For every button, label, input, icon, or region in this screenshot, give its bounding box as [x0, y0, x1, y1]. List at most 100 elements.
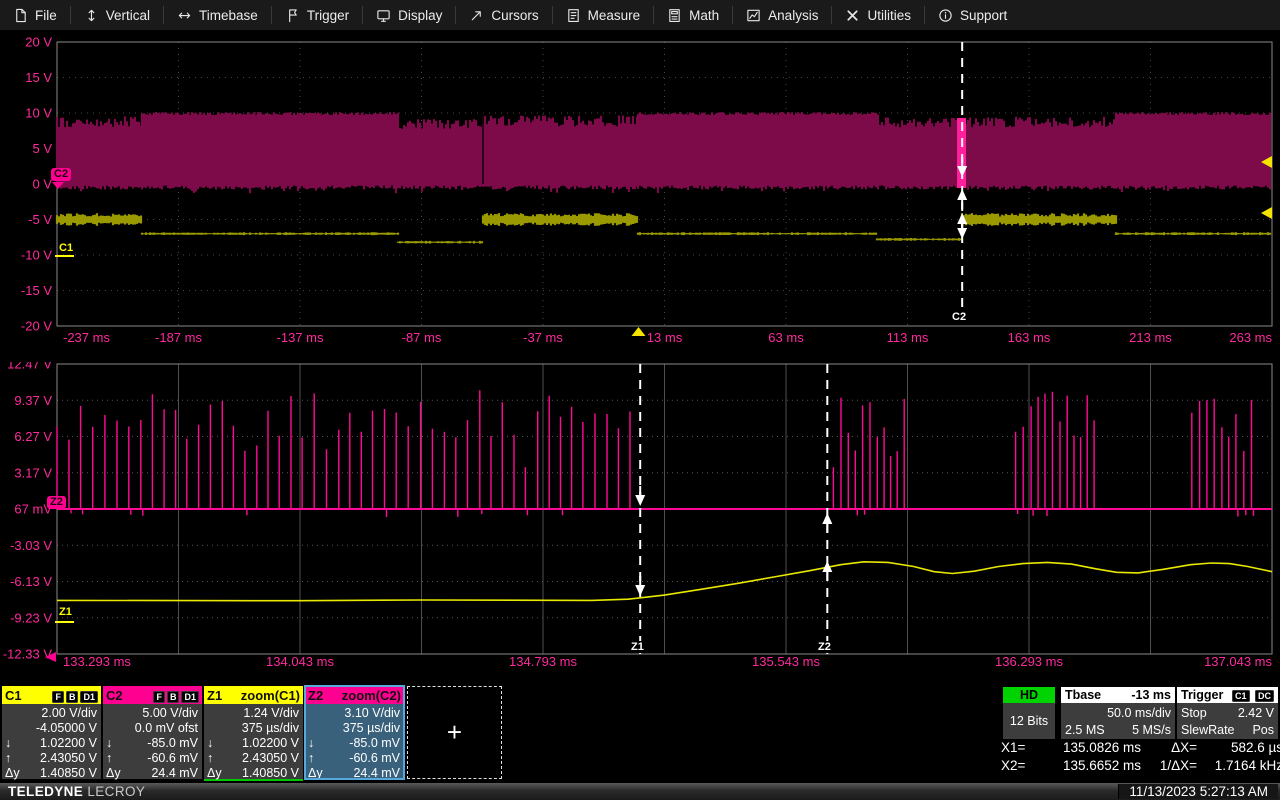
trigger-slope: Pos [1252, 723, 1274, 737]
menu-support[interactable]: Support [925, 0, 1020, 30]
badge-b: B [66, 691, 79, 703]
top-y-axis-label: 20 V [25, 36, 52, 50]
file-icon [13, 8, 28, 23]
main-waveform-grid[interactable]: 20 V15 V10 V5 V0 V-5 V-10 V-15 V-20 V-23… [0, 36, 1280, 348]
trace-descriptor-z1[interactable]: Z1zoom(C1)1.24 V/div375 µs/div↓1.02200 V… [204, 686, 303, 779]
menu-label: Timebase [199, 8, 258, 23]
bottom-y-axis-label: -6.13 V [10, 574, 52, 589]
menu-bar: File Vertical Timebase Trigger Display Cursor… [0, 0, 1280, 31]
hd-title: HD [1003, 687, 1055, 703]
trigger-type: SlewRate [1181, 723, 1235, 737]
c2-trace [57, 112, 1270, 193]
trace-badges: FBD1 [50, 688, 98, 703]
bottom-x-axis-label: 136.293 ms [995, 654, 1063, 669]
trace-param-row: Δy24.4 mV [308, 765, 400, 780]
c1-zero-chip[interactable]: C1 [56, 242, 76, 255]
top-x-axis-label: -87 ms [402, 330, 442, 345]
top-y-axis-label: 15 V [25, 70, 52, 85]
menu-label: Display [398, 8, 442, 23]
trace-param-row: 2.00 V/div [5, 705, 97, 720]
menu-cursors[interactable]: Cursors [456, 0, 551, 30]
cursor-arrow [957, 189, 967, 200]
top-x-axis-label: 63 ms [768, 330, 804, 345]
top-y-axis-label: -20 V [21, 319, 52, 334]
badge-d1: D1 [181, 691, 199, 703]
badge-trigger-coupling: DC [1255, 690, 1274, 702]
bottom-x-axis-label: 135.543 ms [752, 654, 820, 669]
tbase-samplerate: 5 MS/s [1132, 723, 1171, 737]
top-x-axis-label: 13 ms [647, 330, 683, 345]
zoom-waveform-grid[interactable]: 12.47 V9.37 V6.27 V3.17 V67 mV-3.03 V-6.… [0, 362, 1280, 674]
tbase-samples: 2.5 MS [1065, 723, 1105, 737]
trigger-time-marker[interactable] [631, 327, 645, 336]
trace-param-row: 375 µs/div [308, 720, 400, 735]
z2-trace [57, 390, 1254, 517]
cursor-arrow [822, 513, 832, 524]
tbase-label: Tbase [1065, 688, 1101, 702]
timebase-box[interactable]: Tbase -13 ms 50.0 ms/div 2.5 MS 5 MS/s [1061, 687, 1175, 739]
vertical-icon [84, 8, 99, 23]
bottom-x-axis-label: 134.793 ms [509, 654, 577, 669]
menu-analysis[interactable]: Analysis [733, 0, 831, 30]
trace-badges: FBD1 [151, 688, 199, 703]
trace-param-row: ↑2.43050 V [5, 750, 97, 765]
trace-name: C2 [106, 688, 123, 703]
menu-utilities[interactable]: Utilities [832, 0, 924, 30]
bottom-y-axis-label: 9.37 V [14, 393, 52, 408]
cursors-icon [469, 8, 484, 23]
menu-label: File [35, 8, 57, 23]
trace-param-row: 5.00 V/div [106, 705, 198, 720]
trigger-box[interactable]: Trigger C1 DC Stop 2.42 V SlewRate Pos [1177, 687, 1278, 739]
badge-d1: D1 [80, 691, 98, 703]
analysis-icon [746, 8, 761, 23]
c2-zero-chip[interactable]: C2 [51, 168, 71, 181]
trigger-level-marker[interactable] [1261, 207, 1272, 219]
menu-label: Measure [588, 8, 641, 23]
x1-cursor-tag: Z1 [629, 641, 646, 653]
support-icon [938, 8, 953, 23]
z1-zero-chip[interactable]: Z1 [56, 606, 75, 619]
add-trace-button[interactable]: + [407, 686, 502, 779]
top-x-axis-label: 163 ms [1008, 330, 1051, 345]
menu-display[interactable]: Display [363, 0, 455, 30]
top-x-axis-label: 263 ms [1229, 330, 1272, 345]
invdx-value: 1.7164 kHz [1197, 758, 1280, 773]
top-x-axis-label: -187 ms [155, 330, 202, 345]
menu-label: Math [689, 8, 719, 23]
badge-trigger-source: C1 [1232, 690, 1250, 702]
trace-descriptor-z2[interactable]: Z2zoom(C2)3.10 V/div375 µs/div↓-85.0 mV↑… [305, 686, 404, 779]
hd-mode-box[interactable]: HD 12 Bits [1003, 687, 1055, 739]
trace-descriptor-c2[interactable]: C2FBD15.00 V/div0.0 mV ofst↓-85.0 mV↑-60… [103, 686, 202, 779]
status-bar: TELEDYNE LECROY 11/13/2023 5:27:13 AM [0, 783, 1280, 800]
zoom-cursor-tag: C2 [950, 311, 968, 323]
trace-param-row: ↓1.02200 V [5, 735, 97, 750]
menu-math[interactable]: Math [654, 0, 732, 30]
menu-file[interactable]: File [0, 0, 70, 30]
x2-label: X2= [1001, 758, 1039, 773]
trace-name: Z1 [207, 688, 222, 703]
x1-label: X1= [1001, 740, 1039, 755]
c1-trace [57, 213, 1270, 244]
menu-label: Trigger [307, 8, 349, 23]
top-y-axis-label: -15 V [21, 283, 52, 298]
trace-param-row: ↑-60.6 mV [106, 750, 198, 765]
bottom-y-axis-label: -3.03 V [10, 538, 52, 553]
cursor-arrow [635, 585, 645, 596]
trace-descriptor-c1[interactable]: C1FBD12.00 V/div-4.05000 V↓1.02200 V↑2.4… [2, 686, 101, 779]
badge-f: F [52, 691, 64, 703]
measure-icon [566, 8, 581, 23]
brand-logo: TELEDYNE LECROY [8, 784, 145, 799]
math-icon [667, 8, 682, 23]
trace-descriptor-row: C1FBD12.00 V/div-4.05000 V↓1.02200 V↑2.4… [2, 686, 404, 779]
menu-label: Support [960, 8, 1007, 23]
display-icon [376, 8, 391, 23]
z2-zero-chip[interactable]: Z2 [47, 496, 66, 509]
trace-param-row: 0.0 mV ofst [106, 720, 198, 735]
trigger-icon [285, 8, 300, 23]
menu-measure[interactable]: Measure [553, 0, 654, 30]
menu-trigger[interactable]: Trigger [272, 0, 362, 30]
top-x-axis-label: 113 ms [887, 330, 929, 345]
menu-timebase[interactable]: Timebase [164, 0, 271, 30]
menu-vertical[interactable]: Vertical [71, 0, 163, 30]
bottom-y-axis-label: 6.27 V [14, 429, 52, 444]
